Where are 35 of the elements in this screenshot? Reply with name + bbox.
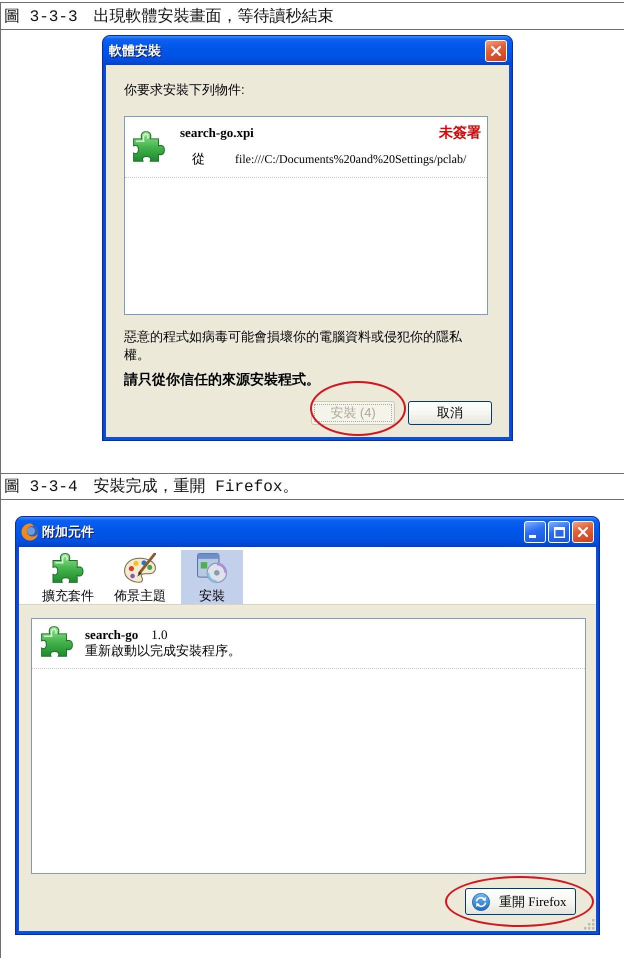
close-button[interactable] bbox=[572, 521, 594, 543]
window-title: 軟體安裝 bbox=[109, 42, 161, 60]
resize-grip-icon bbox=[584, 919, 595, 930]
toolbar-tab[interactable]: 安裝 bbox=[181, 550, 243, 604]
minimize-icon bbox=[529, 535, 536, 538]
minimize-button[interactable] bbox=[524, 521, 546, 543]
maximize-button[interactable] bbox=[548, 521, 570, 543]
cancel-button[interactable]: 取消 bbox=[408, 401, 492, 425]
toolbar-tab[interactable]: 佈景主題 bbox=[109, 550, 171, 604]
from-label: 從 bbox=[192, 150, 205, 168]
addon-version: 1.0 bbox=[151, 626, 168, 642]
toolbar-tab[interactable]: 擴充套件 bbox=[37, 550, 99, 604]
close-icon bbox=[578, 527, 588, 537]
puzzle-piece-icon bbox=[52, 553, 84, 583]
prompt-text: 你要求安裝下列物件: bbox=[124, 82, 245, 98]
close-button[interactable] bbox=[485, 40, 507, 62]
puzzle-piece-icon bbox=[133, 131, 165, 162]
addon-description: 重新啟動以完成安裝程序。 bbox=[85, 643, 241, 659]
warning-text: 惡意的程式如病毒可能會損壞你的電腦資料或侵犯你的隱私權。 bbox=[124, 328, 463, 364]
addon-name: search-go bbox=[85, 626, 138, 642]
disc-box-icon bbox=[196, 553, 228, 583]
signature-status: 未簽署 bbox=[439, 124, 481, 142]
refresh-icon bbox=[472, 892, 490, 910]
figure-caption: 圖 3-3-4 安裝完成，重開 Firefox。 bbox=[4, 476, 298, 497]
maximize-icon bbox=[554, 526, 564, 538]
advice-text: 請只從你信任的來源安裝程式。 bbox=[124, 370, 320, 388]
window-title: 附加元件 bbox=[42, 523, 94, 541]
figure-caption: 圖 3-3-3 出現軟體安裝畫面，等待讀秒結束 bbox=[4, 6, 334, 26]
restart-button[interactable]: 重開 Firefox bbox=[465, 888, 576, 915]
palette-icon bbox=[124, 553, 156, 583]
close-icon bbox=[491, 46, 501, 56]
globe-icon bbox=[21, 523, 39, 541]
file-name: search-go.xpi bbox=[180, 125, 254, 141]
source-url: file:///C:/Documents%20and%20Settings/pclab/ bbox=[235, 152, 466, 166]
puzzle-piece-icon bbox=[41, 626, 73, 657]
